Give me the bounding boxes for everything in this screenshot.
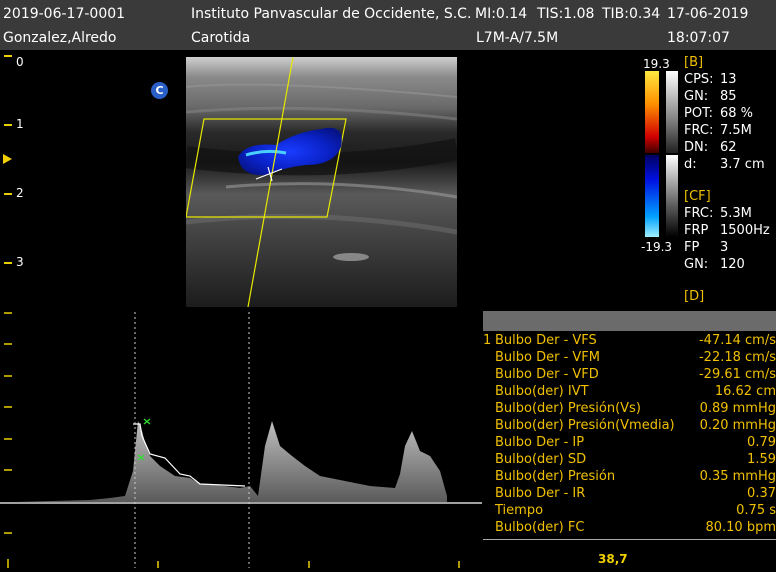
colorbar-min: -19.3 [641, 240, 673, 254]
measurement-label: Bulbo Der - VFM [495, 350, 601, 365]
doppler-angle: 38,7 [598, 552, 628, 566]
doppler-graphic [0, 312, 482, 568]
measurement-label: Tiempo [495, 503, 544, 518]
param-label: DN: [684, 140, 709, 155]
param-label: d: [684, 157, 697, 172]
institution-name: Instituto Panvascular de Occidente, S.C. [191, 6, 472, 22]
measurement-value: -22.18 cm/s [698, 350, 776, 365]
measurement-label: Bulbo Der - IR [495, 486, 586, 501]
ultrasound-graphic [186, 57, 457, 307]
param-value: 1500Hz [720, 223, 770, 238]
gray-scale-bar-2 [666, 155, 678, 237]
measurement-value: 0.89 mmHg [699, 401, 776, 416]
depth-tick [4, 193, 12, 195]
measurement-label: Bulbo(der) IVT [495, 384, 589, 399]
color-velocity-bar-negative [645, 155, 659, 237]
param-value: 3 [720, 240, 729, 255]
param-value: 62 [720, 140, 737, 155]
measurement-label: Bulbo(der) Presión(Vs) [495, 401, 641, 416]
param-label: GN: [684, 89, 709, 104]
depth-tick [4, 55, 12, 57]
param-label: FRC: [684, 206, 714, 221]
measurement-value: 0.20 mmHg [699, 418, 776, 433]
measurement-divider [483, 539, 776, 540]
ultrasound-image [186, 57, 457, 307]
measurement-label: Bulbo(der) Presión(Vmedia) [495, 418, 675, 433]
depth-tick [4, 124, 12, 126]
patient-id: 2019-06-17-0001 [3, 6, 126, 22]
param-value: 68 % [720, 106, 754, 121]
param-label: FRP [684, 223, 709, 238]
colorbar-max: 19.3 [643, 57, 670, 71]
depth-label-0: 0 [16, 55, 24, 69]
gray-scale-bar [666, 71, 678, 153]
measurement-value: -47.14 cm/s [698, 333, 776, 348]
measurement-value: 80.10 bpm [705, 520, 776, 535]
params-b-title: [B] [684, 55, 704, 70]
patient-name: Gonzalez,Alredo [3, 30, 117, 46]
param-value: 13 [720, 72, 737, 87]
param-label: POT: [684, 106, 713, 121]
color-velocity-bar-positive [645, 71, 659, 153]
measurement-value: 0.79 [747, 435, 776, 450]
param-value: 7.5M [720, 123, 752, 138]
param-label: GN: [684, 257, 709, 272]
measurement-value: 0.75 s [736, 503, 776, 518]
depth-label-3: 3 [16, 255, 24, 269]
probe-info: L7M-A/7.5M [476, 30, 559, 46]
tis-index: TIS:1.08 [537, 6, 595, 22]
measurement-label: Bulbo(der) SD [495, 452, 587, 467]
measurement-value: 0.37 [747, 486, 776, 501]
measurement-value: -29.61 cm/s [698, 367, 776, 382]
measurement-label: Bulbo Der - VFS [495, 333, 597, 348]
depth-tick [4, 262, 12, 264]
params-cf-title: [CF] [684, 189, 711, 204]
focus-marker-icon [3, 154, 12, 164]
mi-index: MI:0.14 [475, 6, 528, 22]
param-label: FP [684, 240, 700, 255]
tib-index: TIB:0.34 [602, 6, 661, 22]
exam-date: 17-06-2019 [667, 6, 749, 22]
depth-label-2: 2 [16, 186, 24, 200]
depth-label-1: 1 [16, 117, 24, 131]
measurement-label: Bulbo Der - IP [495, 435, 585, 450]
param-value: 85 [720, 89, 737, 104]
param-value: 3.7 cm [720, 157, 765, 172]
measurement-table: 1 Bulbo Der - VFS -47.14 cm/s Bulbo Der … [483, 333, 776, 539]
exam-time: 18:07:07 [667, 30, 730, 46]
measurement-index: 1 [483, 333, 492, 348]
measurement-label: Bulbo(der) Presión [495, 469, 616, 484]
measurement-label: Bulbo Der - VFD [495, 367, 599, 382]
param-label: FRC: [684, 123, 714, 138]
param-value: 120 [720, 257, 745, 272]
param-value: 5.3M [720, 206, 752, 221]
color-mode-icon: C [151, 82, 168, 99]
doppler-spectrum [0, 306, 482, 568]
exam-type: Carotida [191, 30, 251, 46]
measurement-value: 1.59 [747, 452, 776, 467]
measurement-label: Bulbo(der) FC [495, 520, 585, 535]
param-label: CPS: [684, 72, 714, 87]
measurement-header-bar [483, 311, 776, 331]
measurement-value: 16.62 cm [714, 384, 776, 399]
measurement-value: 0.35 mmHg [699, 469, 776, 484]
params-d-title: [D] [684, 289, 705, 304]
